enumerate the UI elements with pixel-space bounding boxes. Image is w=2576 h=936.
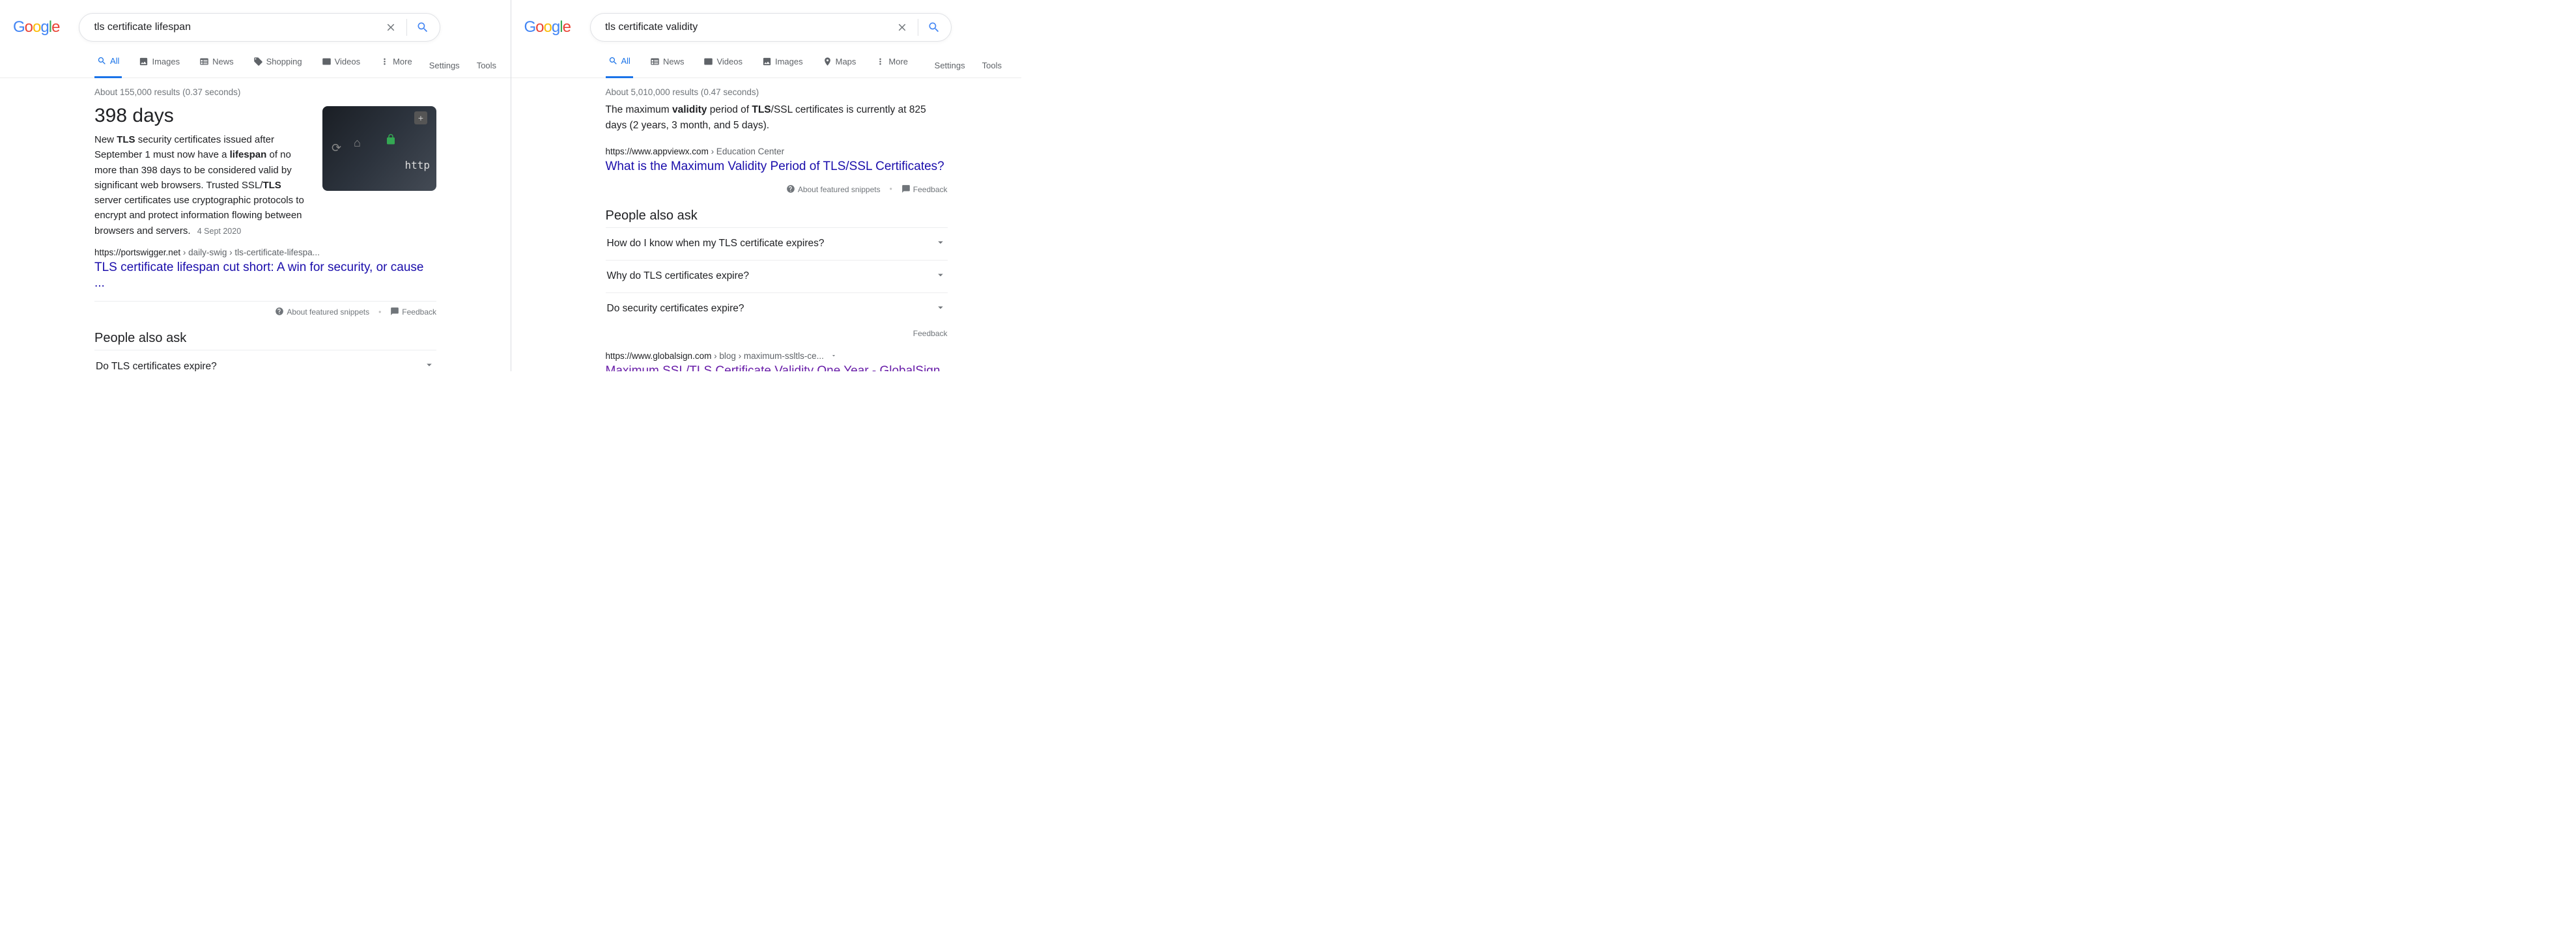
search-box[interactable]	[79, 13, 440, 42]
link-settings[interactable]: Settings	[429, 61, 460, 70]
result-cite: https://www.globalsign.com › blog › maxi…	[606, 351, 948, 361]
results-area: About 155,000 results (0.37 seconds) 398…	[0, 78, 456, 371]
snippet-meta-row: About featured snippets • Feedback	[606, 179, 948, 194]
caret-down-icon[interactable]	[830, 351, 837, 361]
chevron-down-icon	[935, 269, 946, 284]
link-tools[interactable]: Tools	[477, 61, 496, 70]
featured-image[interactable]: ⟳ ⌂ http +	[322, 106, 436, 191]
tab-label: Videos	[716, 55, 743, 69]
feedback-link[interactable]: Feedback	[390, 307, 436, 317]
tab-label: News	[663, 55, 685, 69]
about-snippets-link[interactable]: About featured snippets	[786, 184, 881, 194]
topbar: Google	[511, 13, 1022, 42]
paa-item[interactable]: How do I know when my TLS certificate ex…	[606, 227, 948, 260]
tab-label: More	[888, 55, 908, 69]
tab-all[interactable]: All	[94, 53, 122, 78]
tab-label: More	[393, 55, 412, 69]
result-link[interactable]: TLS certificate lifespan cut short: A wi…	[94, 260, 436, 292]
search-input[interactable]	[604, 21, 889, 34]
tab-more[interactable]: More	[377, 53, 415, 78]
featured-body: The maximum validity period of TLS/SSL c…	[606, 102, 948, 134]
feedback-link[interactable]: Feedback	[901, 184, 948, 194]
paa-feedback-link[interactable]: Feedback	[606, 325, 948, 338]
tabs-row: All Images News Shopping Videos More	[0, 53, 511, 78]
google-logo[interactable]: Google	[524, 18, 571, 36]
paa-item[interactable]: Do security certificates expire?	[606, 292, 948, 325]
tab-label: News	[212, 55, 234, 69]
tab-label: Maps	[836, 55, 856, 69]
search-panel-right: Google All News	[511, 0, 1022, 371]
paa-question: Why do TLS certificates expire?	[607, 270, 750, 282]
tab-label: All	[621, 54, 630, 68]
clear-icon[interactable]	[378, 14, 404, 40]
search-icon[interactable]	[921, 14, 947, 40]
tab-label: All	[110, 54, 119, 68]
tab-images[interactable]: Images	[136, 53, 182, 78]
tabs-row: All News Videos Images Maps More	[511, 53, 1022, 78]
google-logo[interactable]: Google	[13, 18, 59, 36]
result-cite: https://www.appviewx.com › Education Cen…	[606, 147, 948, 156]
tab-shopping[interactable]: Shopping	[251, 53, 305, 78]
featured-body: New TLS security certificates issued aft…	[94, 132, 311, 238]
tab-more[interactable]: More	[873, 53, 911, 78]
tab-label: Images	[152, 55, 180, 69]
paa-item[interactable]: Do TLS certificates expire?	[94, 350, 436, 371]
search-icon[interactable]	[410, 14, 436, 40]
paa-heading: People also ask	[94, 331, 436, 346]
tab-all[interactable]: All	[606, 53, 633, 78]
tab-label: Videos	[335, 55, 361, 69]
paa-question: Do security certificates expire?	[607, 303, 744, 315]
result-link[interactable]: Maximum SSL/TLS Certificate Validity One…	[606, 363, 948, 371]
paa-heading: People also ask	[606, 208, 948, 223]
results-area: About 5,010,000 results (0.47 seconds) T…	[511, 78, 967, 371]
link-settings[interactable]: Settings	[935, 61, 965, 70]
chevron-down-icon	[935, 302, 946, 317]
featured-date: 4 Sept 2020	[197, 227, 241, 236]
link-tools[interactable]: Tools	[982, 61, 1002, 70]
featured-headline: 398 days	[94, 105, 311, 127]
tab-news[interactable]: News	[197, 53, 236, 78]
tab-label: Images	[775, 55, 803, 69]
topbar: Google	[0, 13, 511, 42]
tab-videos[interactable]: Videos	[701, 53, 745, 78]
clear-icon[interactable]	[889, 14, 915, 40]
search-box[interactable]	[590, 13, 952, 42]
featured-snippet: 398 days New TLS security certificates i…	[94, 102, 436, 238]
chevron-down-icon	[935, 236, 946, 251]
result-link[interactable]: What is the Maximum Validity Period of T…	[606, 159, 948, 175]
paa-question: How do I know when my TLS certificate ex…	[607, 238, 825, 249]
result-stats: About 155,000 results (0.37 seconds)	[94, 78, 436, 102]
paa-question: Do TLS certificates expire?	[96, 361, 217, 371]
tab-images[interactable]: Images	[759, 53, 806, 78]
chevron-down-icon	[423, 359, 435, 371]
tab-label: Shopping	[266, 55, 302, 69]
about-snippets-link[interactable]: About featured snippets	[275, 307, 369, 317]
tab-news[interactable]: News	[647, 53, 687, 78]
tab-videos[interactable]: Videos	[319, 53, 363, 78]
search-input[interactable]	[92, 21, 378, 34]
search-panel-left: Google All Images	[0, 0, 511, 371]
tab-maps[interactable]: Maps	[820, 53, 859, 78]
result-stats: About 5,010,000 results (0.47 seconds)	[606, 78, 948, 102]
snippet-meta-row: About featured snippets • Feedback	[94, 301, 436, 317]
result-cite: https://portswigger.net › daily-swig › t…	[94, 248, 436, 257]
paa-item[interactable]: Why do TLS certificates expire?	[606, 260, 948, 292]
